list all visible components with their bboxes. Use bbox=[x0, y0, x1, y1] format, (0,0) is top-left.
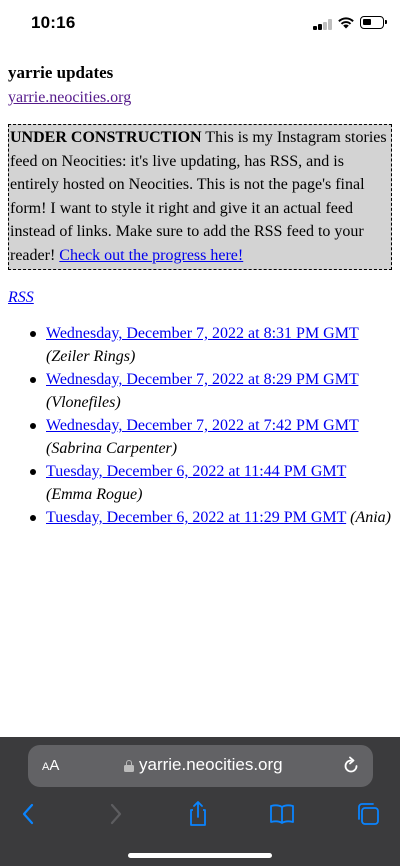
rss-feed-link[interactable]: RSS bbox=[8, 286, 34, 309]
feed-item-account: (Zeiler Rings) bbox=[46, 348, 136, 365]
wifi-icon bbox=[338, 17, 354, 29]
reload-icon[interactable] bbox=[341, 756, 361, 776]
feed-item: Wednesday, December 7, 2022 at 8:31 PM G… bbox=[8, 322, 392, 368]
feed-item: Tuesday, December 6, 2022 at 11:29 PM GM… bbox=[8, 506, 392, 529]
feed-item-link[interactable]: Wednesday, December 7, 2022 at 7:42 PM G… bbox=[46, 417, 358, 434]
page-title: yarrie updates bbox=[8, 63, 114, 82]
bookmarks-icon[interactable] bbox=[267, 799, 297, 829]
progress-link[interactable]: Check out the progress here! bbox=[59, 247, 243, 264]
battery-icon bbox=[360, 16, 387, 29]
feed-item: Tuesday, December 6, 2022 at 11:44 PM GM… bbox=[8, 460, 392, 506]
tabs-icon[interactable] bbox=[353, 799, 383, 829]
feed-item-account: (Vlonefiles) bbox=[46, 394, 121, 411]
site-home-link[interactable]: yarrie.neocities.org bbox=[8, 88, 131, 108]
under-construction-notice: UNDER CONSTRUCTION This is my Instagram … bbox=[8, 124, 392, 270]
notice-heading: UNDER CONSTRUCTION bbox=[10, 129, 202, 146]
story-feed-list: Wednesday, December 7, 2022 at 8:31 PM G… bbox=[8, 322, 392, 529]
home-indicator bbox=[128, 853, 272, 858]
feed-item-account: (Sabrina Carpenter) bbox=[46, 440, 178, 457]
feed-item-link[interactable]: Wednesday, December 7, 2022 at 8:31 PM G… bbox=[46, 325, 358, 342]
address-url[interactable]: yarrie.neocities.org bbox=[139, 755, 283, 775]
feed-item-link[interactable]: Tuesday, December 6, 2022 at 11:44 PM GM… bbox=[46, 463, 346, 480]
status-time: 10:16 bbox=[31, 13, 76, 32]
feed-item: Wednesday, December 7, 2022 at 8:29 PM G… bbox=[8, 368, 392, 414]
feed-item-link[interactable]: Wednesday, December 7, 2022 at 8:29 PM G… bbox=[46, 371, 358, 388]
lock-icon bbox=[124, 760, 134, 772]
notice-body: This is my Instagram stories feed on Neo… bbox=[10, 129, 387, 264]
address-bar[interactable]: AA yarrie.neocities.org bbox=[28, 745, 373, 787]
browser-toolbar: AA yarrie.neocities.org bbox=[0, 737, 400, 866]
page-content: yarrie updates yarrie.neocities.org UNDE… bbox=[8, 62, 392, 529]
text-size-button[interactable]: AA bbox=[42, 757, 59, 775]
status-bar: 10:16 bbox=[0, 0, 400, 48]
back-icon[interactable] bbox=[14, 799, 44, 829]
feed-item-link[interactable]: Tuesday, December 6, 2022 at 11:29 PM GM… bbox=[46, 509, 346, 526]
feed-item-account: (Emma Rogue) bbox=[46, 486, 143, 503]
cellular-signal-icon bbox=[313, 19, 333, 30]
forward-icon[interactable] bbox=[100, 799, 130, 829]
feed-item: Wednesday, December 7, 2022 at 7:42 PM G… bbox=[8, 414, 392, 460]
feed-item-account: (Ania) bbox=[350, 509, 391, 526]
share-icon[interactable] bbox=[183, 799, 213, 829]
